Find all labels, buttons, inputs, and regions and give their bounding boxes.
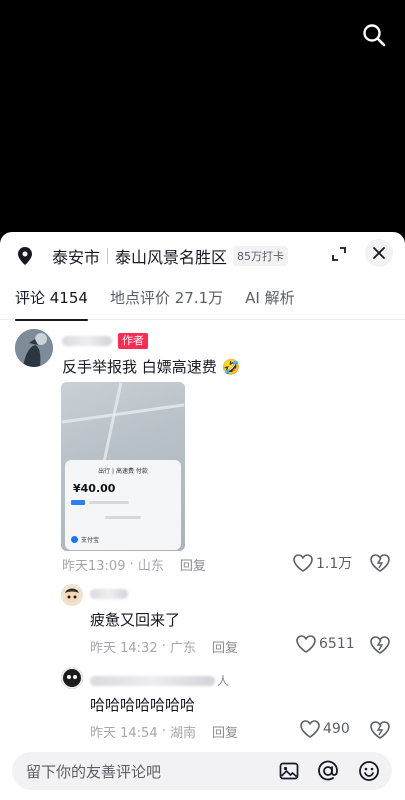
avatar[interactable]: [61, 667, 83, 689]
emoji-icon[interactable]: [358, 760, 380, 782]
dislike-icon[interactable]: [370, 721, 390, 743]
reply-item: 人 哈哈哈哈哈哈哈 昨天 14:54 · 湖南 回复 490: [0, 232, 405, 742]
at-icon[interactable]: [317, 760, 339, 782]
reply-button[interactable]: 回复: [212, 722, 238, 741]
like-count: 490: [323, 721, 350, 737]
image-icon[interactable]: [278, 760, 300, 782]
nickname-blurred: [90, 675, 215, 686]
nickname-suffix: 人: [217, 674, 230, 688]
comment-meta: 昨天 14:54 · 湖南 回复: [90, 722, 238, 741]
comment-sheet: 泰安市 泰山风景名胜区 85万打卡 评论 4154 地点评价 27.1万 AI …: [0, 232, 405, 800]
comment-input-placeholder: 留下你的友善评论吧: [26, 762, 162, 781]
heart-icon: [300, 720, 320, 738]
search-icon[interactable]: [359, 20, 389, 50]
comment-time: 昨天 14:54: [90, 726, 158, 741]
comment-region: 湖南: [170, 726, 197, 741]
reply-nickname[interactable]: 人: [90, 672, 229, 689]
like-button[interactable]: 490: [300, 720, 350, 738]
comment-input[interactable]: 留下你的友善评论吧: [12, 752, 392, 790]
comment-text: 哈哈哈哈哈哈哈: [90, 696, 196, 714]
meta-separator: ·: [157, 724, 171, 739]
video-area[interactable]: [0, 0, 405, 232]
